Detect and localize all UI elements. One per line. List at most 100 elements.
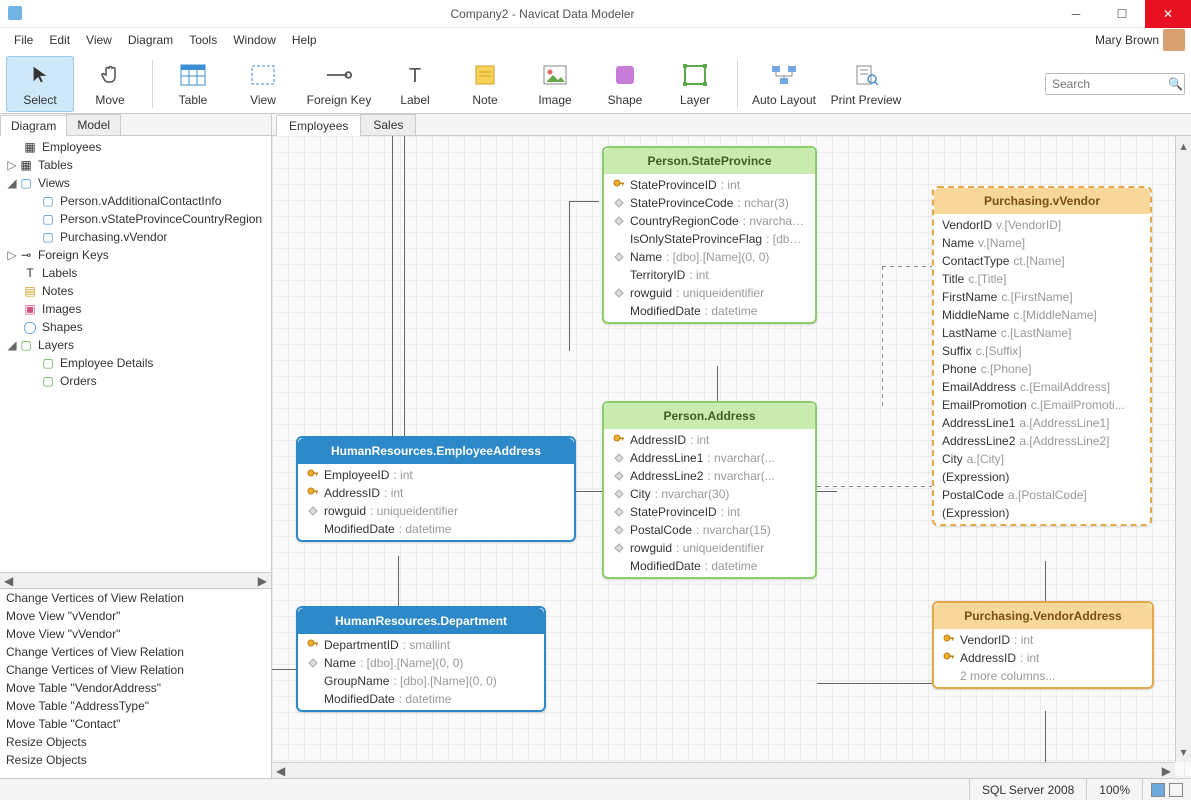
- entity-vvendor[interactable]: Purchasing.vVendor VendorID v.[VendorID]…: [932, 186, 1152, 526]
- field-row[interactable]: AddressLine2: nvarchar(...: [604, 467, 815, 485]
- maximize-button[interactable]: ☐: [1099, 0, 1145, 28]
- history-item[interactable]: Move Table "VendorAddress": [0, 679, 271, 697]
- history-item[interactable]: Change Vertices of View Relation: [0, 589, 271, 607]
- tool-auto-layout[interactable]: Auto Layout: [744, 56, 824, 112]
- view-toggle-1[interactable]: [1151, 783, 1165, 797]
- field-row[interactable]: DepartmentID: smallint: [298, 636, 544, 654]
- field-row[interactable]: GroupName: [dbo].[Name](0, 0): [298, 672, 544, 690]
- tree-layer-item[interactable]: ▢Orders: [0, 372, 271, 390]
- tree-view-item[interactable]: ▢Person.vAdditionalContactInfo: [0, 192, 271, 210]
- field-row[interactable]: (Expression): [934, 504, 1150, 522]
- field-row[interactable]: LastName c.[LastName]: [934, 324, 1150, 342]
- tool-foreign-key[interactable]: Foreign Key: [299, 56, 379, 112]
- tool-label[interactable]: T Label: [381, 56, 449, 112]
- field-row[interactable]: rowguid: uniqueidentifier: [604, 284, 815, 302]
- field-row[interactable]: EmailAddress c.[EmailAddress]: [934, 378, 1150, 396]
- field-row[interactable]: Name: [dbo].[Name](0, 0): [604, 248, 815, 266]
- field-row[interactable]: rowguid: uniqueidentifier: [298, 502, 574, 520]
- sidebar-tab-model[interactable]: Model: [66, 114, 121, 135]
- field-row[interactable]: StateProvinceID: int: [604, 176, 815, 194]
- entity-address[interactable]: Person.Address AddressID: intAddressLine…: [602, 401, 817, 579]
- field-row[interactable]: FirstName c.[FirstName]: [934, 288, 1150, 306]
- field-row[interactable]: VendorID v.[VendorID]: [934, 216, 1150, 234]
- field-row[interactable]: EmployeeID: int: [298, 466, 574, 484]
- expand-icon[interactable]: ▷: [6, 248, 18, 262]
- tool-image[interactable]: Image: [521, 56, 589, 112]
- entity-vendor-address[interactable]: Purchasing.VendorAddress VendorID: intAd…: [932, 601, 1154, 689]
- tool-view[interactable]: View: [229, 56, 297, 112]
- tree-tables[interactable]: ▷▦Tables: [0, 156, 271, 174]
- tree-images[interactable]: ▣Images: [0, 300, 271, 318]
- field-row[interactable]: ModifiedDate: datetime: [604, 557, 815, 575]
- field-row[interactable]: ModifiedDate: datetime: [604, 302, 815, 320]
- menu-diagram[interactable]: Diagram: [120, 29, 181, 51]
- field-row[interactable]: TerritoryID: int: [604, 266, 815, 284]
- field-row[interactable]: AddressLine1: nvarchar(...: [604, 449, 815, 467]
- tool-table[interactable]: Table: [159, 56, 227, 112]
- menu-tools[interactable]: Tools: [181, 29, 225, 51]
- field-row[interactable]: Title c.[Title]: [934, 270, 1150, 288]
- tool-print-preview[interactable]: Print Preview: [826, 56, 906, 112]
- tree-layers[interactable]: ◢▢Layers: [0, 336, 271, 354]
- status-zoom[interactable]: 100%: [1086, 779, 1142, 800]
- collapse-icon[interactable]: ◢: [6, 176, 18, 190]
- menu-help[interactable]: Help: [284, 29, 325, 51]
- field-row[interactable]: ModifiedDate: datetime: [298, 690, 544, 708]
- field-row[interactable]: AddressLine2 a.[AddressLine2]: [934, 432, 1150, 450]
- tree-notes[interactable]: ▤Notes: [0, 282, 271, 300]
- tree-foreign-keys[interactable]: ▷⊸Foreign Keys: [0, 246, 271, 264]
- expand-icon[interactable]: ▷: [6, 158, 18, 172]
- tree-layer-item[interactable]: ▢Employee Details: [0, 354, 271, 372]
- field-row[interactable]: ContactType ct.[Name]: [934, 252, 1150, 270]
- canvas-vscroll[interactable]: ▴▾: [1175, 136, 1191, 762]
- tool-move[interactable]: Move: [76, 56, 144, 112]
- entity-state-province[interactable]: Person.StateProvince StateProvinceID: in…: [602, 146, 817, 324]
- field-row[interactable]: Phone c.[Phone]: [934, 360, 1150, 378]
- entity-department[interactable]: HumanResources.Department DepartmentID: …: [296, 606, 546, 712]
- history-item[interactable]: Move Table "Contact": [0, 715, 271, 733]
- history-item[interactable]: Move View "vVendor": [0, 625, 271, 643]
- tree-employees[interactable]: ▦Employees: [0, 138, 271, 156]
- tool-shape[interactable]: Shape: [591, 56, 659, 112]
- tool-layer[interactable]: Layer: [661, 56, 729, 112]
- canvas[interactable]: Person.StateProvince StateProvinceID: in…: [272, 136, 1191, 778]
- tree-shapes[interactable]: ◯Shapes: [0, 318, 271, 336]
- history-item[interactable]: Move Table "AddressType": [0, 697, 271, 715]
- history-item[interactable]: Resize Objects: [0, 733, 271, 751]
- tool-select[interactable]: Select: [6, 56, 74, 112]
- history-item[interactable]: Move View "vVendor": [0, 607, 271, 625]
- menu-view[interactable]: View: [78, 29, 120, 51]
- field-row[interactable]: MiddleName c.[MiddleName]: [934, 306, 1150, 324]
- field-row[interactable]: StateProvinceID: int: [604, 503, 815, 521]
- field-row[interactable]: (Expression): [934, 468, 1150, 486]
- history-item[interactable]: Change Vertices of View Relation: [0, 643, 271, 661]
- field-row[interactable]: rowguid: uniqueidentifier: [604, 539, 815, 557]
- tree-view-item[interactable]: ▢Person.vStateProvinceCountryRegion: [0, 210, 271, 228]
- field-row[interactable]: Name v.[Name]: [934, 234, 1150, 252]
- field-row[interactable]: Suffix c.[Suffix]: [934, 342, 1150, 360]
- field-row[interactable]: PostalCode a.[PostalCode]: [934, 486, 1150, 504]
- field-row[interactable]: ModifiedDate: datetime: [298, 520, 574, 538]
- field-row[interactable]: Name: [dbo].[Name](0, 0): [298, 654, 544, 672]
- field-row[interactable]: CountryRegionCode: nvarchar(3): [604, 212, 815, 230]
- field-row[interactable]: AddressID: int: [934, 649, 1152, 667]
- minimize-button[interactable]: ─: [1053, 0, 1099, 28]
- tree-views[interactable]: ◢▢Views: [0, 174, 271, 192]
- canvas-tab-employees[interactable]: Employees: [276, 115, 361, 136]
- menu-edit[interactable]: Edit: [41, 29, 78, 51]
- tree-view-item[interactable]: ▢Purchasing.vVendor: [0, 228, 271, 246]
- field-row[interactable]: City: nvarchar(30): [604, 485, 815, 503]
- field-row[interactable]: PostalCode: nvarchar(15): [604, 521, 815, 539]
- field-row[interactable]: StateProvinceCode: nchar(3): [604, 194, 815, 212]
- history-item[interactable]: Resize Objects: [0, 751, 271, 769]
- sidebar-tab-diagram[interactable]: Diagram: [0, 115, 67, 136]
- collapse-icon[interactable]: ◢: [6, 338, 18, 352]
- sidebar-hscroll[interactable]: ◀▶: [0, 572, 271, 588]
- canvas-hscroll[interactable]: ◀▶: [272, 762, 1175, 778]
- tree-labels[interactable]: TLabels: [0, 264, 271, 282]
- view-toggle-2[interactable]: [1169, 783, 1183, 797]
- field-row[interactable]: AddressID: int: [298, 484, 574, 502]
- search-input[interactable]: [1045, 73, 1185, 95]
- menu-file[interactable]: File: [6, 29, 41, 51]
- field-row[interactable]: 2 more columns...: [934, 667, 1152, 685]
